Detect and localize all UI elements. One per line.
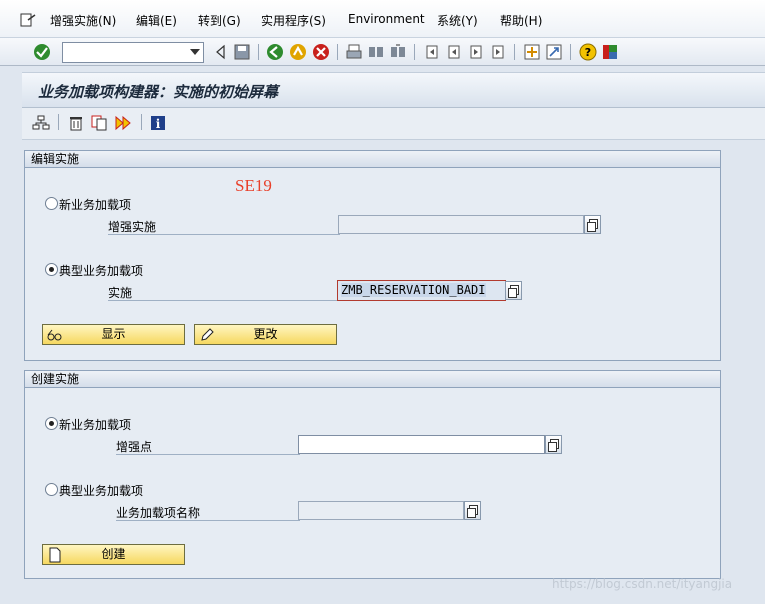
- toolbar-separator: [258, 44, 259, 60]
- toolbar-separator: [570, 44, 571, 60]
- layout-icon[interactable]: [601, 43, 619, 61]
- create-classic-badi-label: 典型业务加载项: [59, 484, 144, 498]
- new-session-icon[interactable]: [523, 43, 541, 61]
- implementation-value: ZMB_RESERVATION_BADI: [341, 283, 486, 297]
- next-page-icon[interactable]: [467, 43, 485, 61]
- edit-new-badi-label: 新业务加载项: [59, 198, 132, 212]
- menu-bar: 增强实施(N) 编辑(E) 转到(G) 实用程序(S) Environment …: [0, 0, 765, 38]
- toolbar-separator: [514, 44, 515, 60]
- enhancement-spot-input[interactable]: [298, 435, 545, 454]
- menu-enhancement-impl[interactable]: 增强实施(N): [50, 12, 116, 29]
- left-margin: [0, 66, 22, 604]
- shortcut-icon[interactable]: [545, 43, 563, 61]
- chevron-down-icon[interactable]: [190, 49, 200, 55]
- create-implementation-header: 创建实施: [25, 371, 720, 388]
- title-bar: 业务加载项构建器：实施的初始屏幕: [22, 72, 765, 108]
- display-button[interactable]: 显示: [42, 324, 185, 345]
- enhancement-impl-input[interactable]: [338, 215, 584, 234]
- back-icon[interactable]: [266, 43, 284, 61]
- pencil-icon: [201, 328, 214, 341]
- se19-annotation: SE19: [235, 176, 272, 195]
- collapse-left-icon[interactable]: [212, 43, 230, 61]
- print-icon[interactable]: [345, 43, 363, 61]
- enhancement-spot-search-help-icon[interactable]: [545, 435, 562, 454]
- last-page-icon[interactable]: [489, 43, 507, 61]
- watermark: https://blog.csdn.net/ityangjia: [552, 577, 733, 591]
- implementation-input[interactable]: ZMB_RESERVATION_BADI: [337, 280, 506, 301]
- menu-environment[interactable]: Environment: [348, 12, 425, 26]
- implementation-label: 实施: [108, 284, 340, 301]
- change-button[interactable]: 更改: [194, 324, 337, 345]
- hierarchy-icon[interactable]: [32, 114, 50, 132]
- copy-icon[interactable]: [90, 114, 108, 132]
- edit-classic-badi-radio[interactable]: [45, 263, 58, 276]
- page-title: 业务加载项构建器：实施的初始屏幕: [38, 83, 279, 101]
- exit-icon[interactable]: [289, 43, 307, 61]
- enter-icon[interactable]: [33, 43, 51, 61]
- command-field[interactable]: [62, 42, 204, 63]
- menu-system[interactable]: 系统(Y): [437, 12, 478, 29]
- save-icon[interactable]: [233, 43, 251, 61]
- application-toolbar: i: [22, 108, 765, 140]
- menu-icon[interactable]: [20, 12, 36, 28]
- standard-toolbar: ?: [0, 38, 765, 66]
- toolbar-separator: [141, 114, 142, 130]
- toolbar-separator: [414, 44, 415, 60]
- info-icon[interactable]: i: [149, 114, 167, 132]
- create-new-badi-label: 新业务加载项: [59, 418, 132, 432]
- activate-icon[interactable]: [114, 114, 132, 132]
- new-document-icon: [49, 547, 61, 563]
- toolbar-separator: [58, 114, 59, 130]
- implementation-search-help-icon[interactable]: [505, 281, 522, 300]
- badi-name-label: 业务加载项名称: [116, 504, 300, 521]
- menu-edit[interactable]: 编辑(E): [136, 12, 177, 29]
- delete-icon[interactable]: [67, 114, 85, 132]
- glasses-icon: [47, 329, 62, 341]
- menu-goto[interactable]: 转到(G): [198, 12, 241, 29]
- create-classic-badi-radio[interactable]: [45, 483, 58, 496]
- edit-new-badi-radio[interactable]: [45, 197, 58, 210]
- svg-text:?: ?: [585, 46, 591, 59]
- create-button-label: 创建: [101, 547, 126, 561]
- badi-name-input[interactable]: [298, 501, 464, 520]
- menu-utilities[interactable]: 实用程序(S): [261, 12, 326, 29]
- create-new-badi-radio[interactable]: [45, 417, 58, 430]
- help-icon[interactable]: ?: [579, 43, 597, 61]
- cancel-icon[interactable]: [312, 43, 330, 61]
- find-next-icon[interactable]: [389, 43, 407, 61]
- first-page-icon[interactable]: [423, 43, 441, 61]
- enhancement-impl-search-help-icon[interactable]: [584, 215, 601, 234]
- change-button-label: 更改: [253, 327, 278, 341]
- edit-implementation-header: 编辑实施: [25, 151, 720, 168]
- edit-classic-badi-label: 典型业务加载项: [59, 264, 144, 278]
- enhancement-spot-label: 增强点: [116, 438, 300, 455]
- create-button[interactable]: 创建: [42, 544, 185, 565]
- badi-name-search-help-icon[interactable]: [464, 501, 481, 520]
- find-icon[interactable]: [367, 43, 385, 61]
- enhancement-impl-label: 增强实施: [108, 218, 340, 235]
- menu-help[interactable]: 帮助(H): [500, 12, 542, 29]
- svg-text:i: i: [156, 117, 161, 131]
- prev-page-icon[interactable]: [445, 43, 463, 61]
- display-button-label: 显示: [101, 327, 126, 341]
- toolbar-separator: [337, 44, 338, 60]
